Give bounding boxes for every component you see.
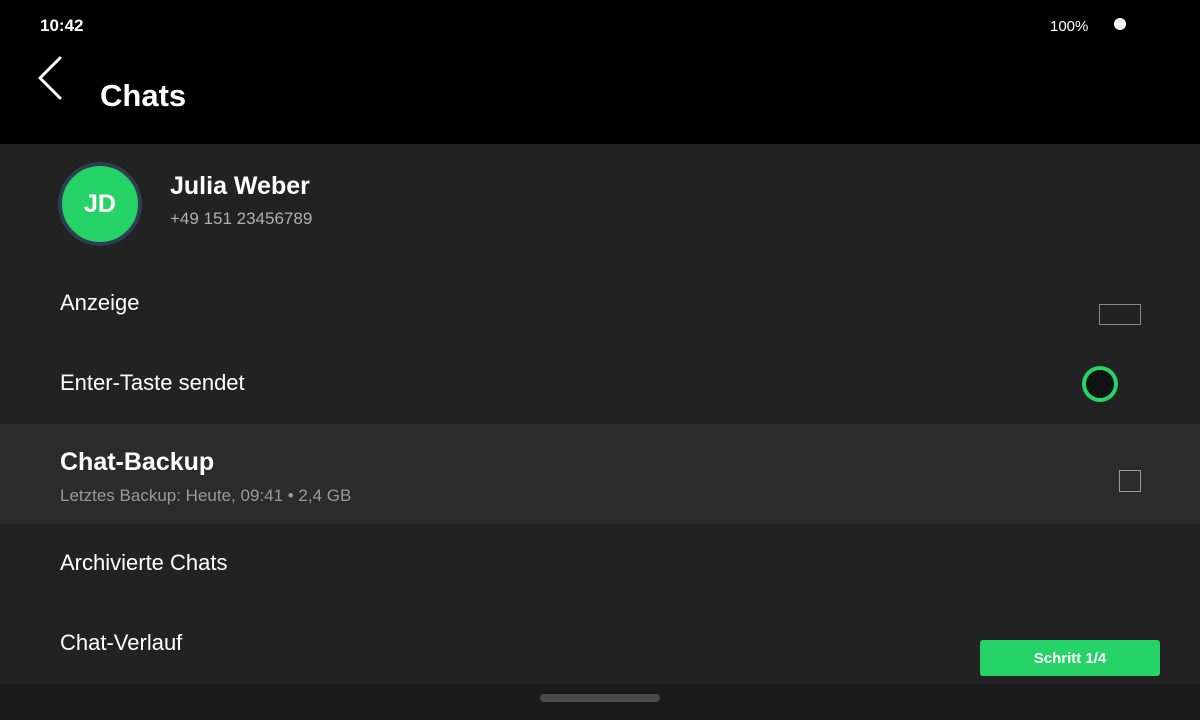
setting-enter-key[interactable]: Enter-Taste sendet (0, 344, 1200, 424)
status-dot-icon (1114, 18, 1126, 30)
page-title: Chats (100, 78, 187, 113)
chat-backup-title: Chat-Backup (60, 448, 215, 476)
enter-key-radio[interactable] (1082, 366, 1118, 402)
app-bar: Chats (0, 48, 1200, 144)
chevron-left-icon (38, 56, 62, 100)
settings-list: JD Julia Weber +49 151 23456789 Anzeige … (0, 144, 1200, 684)
chat-backup-subtitle: Letztes Backup: Heute, 09:41 • 2,4 GB (60, 486, 352, 505)
status-bar: 10:42 100% (0, 0, 1200, 48)
battery-level: 100% (1050, 18, 1089, 35)
profile-row[interactable]: JD Julia Weber +49 151 23456789 (0, 144, 1200, 264)
setting-anzeige[interactable]: Anzeige (0, 264, 1200, 344)
anzeige-control[interactable] (1099, 304, 1141, 325)
system-nav-bar (0, 684, 1200, 720)
setting-anzeige-label: Anzeige (60, 290, 140, 315)
back-button[interactable] (28, 50, 76, 106)
home-handle[interactable] (540, 694, 660, 702)
chat-backup-checkbox[interactable] (1119, 470, 1141, 492)
setting-enter-key-label: Enter-Taste sendet (60, 370, 245, 395)
step-button[interactable]: Schritt 1/4 (980, 640, 1160, 676)
avatar: JD (58, 162, 142, 246)
status-time: 10:42 (40, 16, 84, 35)
chat-history-label: Chat-Verlauf (60, 630, 183, 655)
profile-phone: +49 151 23456789 (170, 209, 313, 228)
profile-name: Julia Weber (170, 172, 310, 200)
setting-chat-backup[interactable]: Chat-Backup Letztes Backup: Heute, 09:41… (0, 424, 1200, 524)
setting-archived-chats[interactable]: Archivierte Chats (0, 524, 1200, 604)
avatar-initials: JD (84, 189, 116, 218)
archived-chats-label: Archivierte Chats (60, 550, 228, 575)
